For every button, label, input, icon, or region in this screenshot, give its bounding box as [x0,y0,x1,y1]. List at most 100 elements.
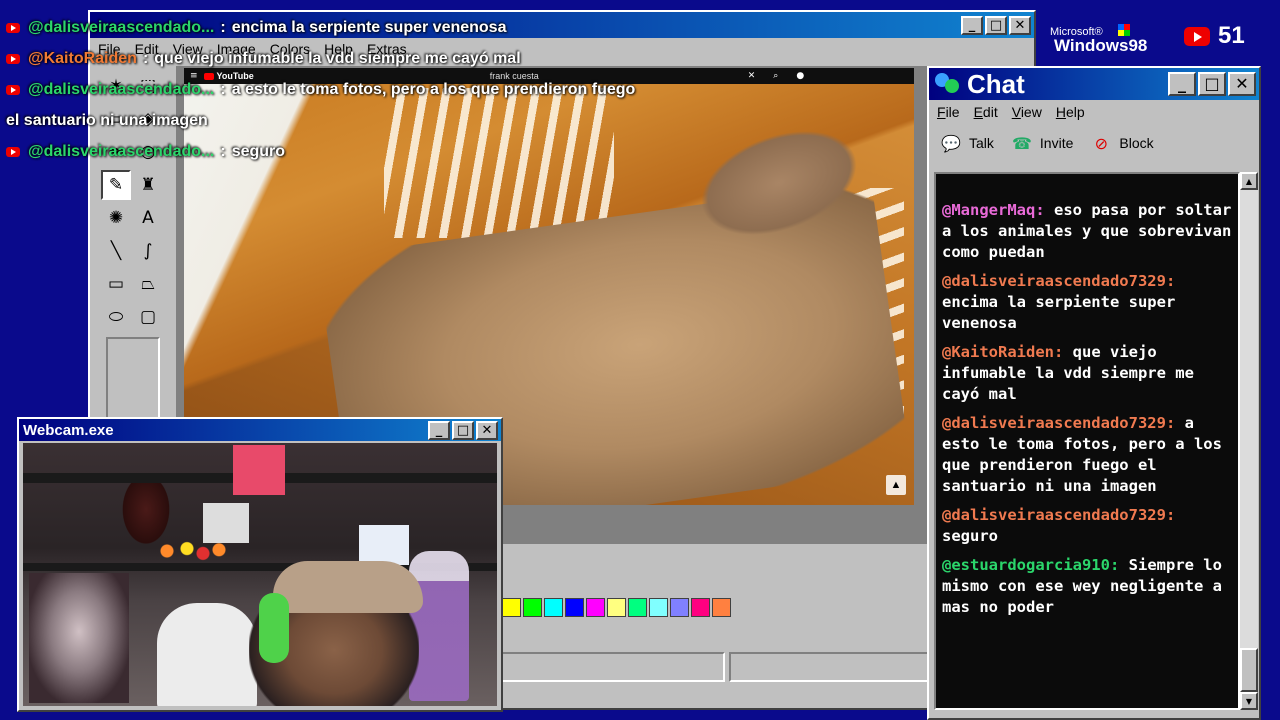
polygon-icon[interactable]: ⏢ [133,269,163,299]
maximize-button[interactable]: □ [1198,72,1226,96]
block-button[interactable]: ⊘ Block [1089,132,1154,154]
ellipse-icon[interactable]: ⬭ [101,302,131,332]
maximize-button[interactable]: □ [985,15,1007,35]
toolbar-label: Block [1119,135,1154,151]
invite-icon: ☎ [1011,133,1032,153]
close-button[interactable]: ✕ [476,420,498,440]
youtube-icon [1184,26,1210,46]
chat-message-text: seguro [942,527,998,545]
text-icon[interactable]: A [133,203,163,233]
chat-log[interactable]: @MangerMaq: eso pasa por soltar a los an… [934,172,1240,710]
line-icon[interactable]: ╲ [101,236,131,266]
brush-icon[interactable]: ♜ [133,170,163,200]
clear-search-icon[interactable]: ✕ [748,71,756,81]
chat-menu-help[interactable]: Help [1056,104,1085,120]
chat-toolbar: 💬 Talk ☎ Invite ⊘ Block [929,124,1259,162]
chat-username[interactable]: @dalisveiraascendado7329: [942,272,1175,290]
color-swatch[interactable] [691,598,710,617]
youtube-icon [6,53,20,64]
minimize-button[interactable]: _ [428,420,450,440]
overlay-chat: @dalisveiraascendado...: encima la serpie… [0,12,720,167]
overlay-chat-user: @dalisveiraascendado... [28,80,215,98]
overlay-chat-line: @dalisveiraascendado...: encima la serpie… [0,12,720,43]
color-swatch[interactable] [565,598,584,617]
separator: : [142,49,149,67]
chat-username[interactable]: @KaitoRaiden: [942,343,1063,361]
chat-menu-view[interactable]: View [1012,104,1042,120]
webcam-title: Webcam.exe [23,421,114,439]
chat-message: @MangerMaq: eso pasa por soltar a los an… [942,200,1232,263]
overlay-chat-line: @dalisveiraascendado...: seguro [0,136,720,167]
chat-menubar: File Edit View Help [929,100,1259,124]
chat-username[interactable]: @MangerMaq: [942,201,1045,219]
scroll-thumb[interactable] [1240,648,1258,692]
channel-watermark-icon[interactable]: ▲ [886,475,906,495]
color-swatch[interactable] [670,598,689,617]
curve-icon[interactable]: ∫ [133,236,163,266]
block-icon: ⊘ [1094,133,1109,153]
status-cell [500,652,725,682]
box [359,525,409,565]
color-swatch[interactable] [628,598,647,617]
toolbar-label: Talk [969,135,994,151]
close-button[interactable]: ✕ [1228,72,1256,96]
chat-username[interactable]: @dalisveiraascendado7329: [942,506,1175,524]
overlay-chat-text: encima la serpiente super venenosa [231,18,507,36]
search-icon[interactable]: ⌕ [773,71,778,81]
webcam-feed [23,443,497,706]
overlay-chat-text: que viejo infumable la vdd siempre me ca… [154,49,521,67]
chat-people-icon [933,71,961,97]
youtube-icon [6,84,20,95]
chat-message: @estuardogarcia910: Siempre lo mismo con… [942,555,1232,618]
maximize-button[interactable]: □ [452,420,474,440]
rectangle-icon[interactable]: ▭ [101,269,131,299]
overlay-chat-user: @KaitoRaiden [28,49,137,67]
viewer-count: 51 [1184,22,1245,50]
chat-message: @dalisveiraascendado7329: seguro [942,505,1232,547]
poster [233,445,285,495]
scroll-down-icon[interactable]: ▼ [1240,692,1258,710]
color-swatch[interactable] [712,598,731,617]
chat-username[interactable]: @dalisveiraascendado7329: [942,414,1175,432]
chat-menu-edit[interactable]: Edit [974,104,998,120]
scroll-up-icon[interactable]: ▲ [1240,172,1258,190]
award-plaque [203,503,249,543]
color-swatch[interactable] [586,598,605,617]
chat-message: @dalisveiraascendado7329: a esto le toma… [942,413,1232,497]
overlay-chat-user: @dalisveiraascendado... [28,18,215,36]
tool-options-panel[interactable] [106,337,160,427]
webcam-window: Webcam.exe _ □ ✕ [17,417,503,712]
minimize-button[interactable]: _ [961,15,983,35]
chat-message: @dalisveiraascendado7329: encima la serp… [942,271,1232,334]
chat-title: Chat [967,68,1025,99]
chat-menu-file[interactable]: File [937,104,960,120]
invite-button[interactable]: ☎ Invite [1010,132,1073,154]
color-swatch[interactable] [607,598,626,617]
pencil-icon[interactable]: ✎ [101,170,131,200]
talk-button[interactable]: 💬 Talk [939,132,994,154]
separator: : [220,18,226,36]
separator: : [220,142,226,160]
microphone-icon[interactable]: ● [796,71,804,81]
chat-titlebar: Chat _ □ ✕ [929,68,1259,100]
separator: : [220,80,226,98]
color-swatch[interactable] [502,598,521,617]
close-button[interactable]: ✕ [1009,15,1031,35]
color-swatch[interactable] [544,598,563,617]
color-swatch[interactable] [523,598,542,617]
chat-scrollbar[interactable]: ▲ ▼ [1240,172,1258,710]
chair [157,603,257,706]
airbrush-icon[interactable]: ✺ [101,203,131,233]
chat-username[interactable]: @estuardogarcia910: [942,556,1119,574]
status-cell [728,652,954,682]
overlay-chat-text: a esto le toma fotos, pero a los que pre… [231,80,636,98]
color-swatch[interactable] [649,598,668,617]
color-palette [502,598,731,617]
toolbar-label: Invite [1039,135,1074,151]
overlay-chat-user: @dalisveiraascendado... [28,142,215,160]
chat-message: @KaitoRaiden: que viejo infumable la vdd… [942,342,1232,405]
rounded-rect-icon[interactable]: ▢ [133,302,163,332]
chat-window: Chat _ □ ✕ File Edit View Help 💬 Talk ☎ Invite… [927,66,1261,720]
minimize-button[interactable]: _ [1168,72,1196,96]
overlay-chat-continuation: el santuario ni una imagen [6,111,208,129]
